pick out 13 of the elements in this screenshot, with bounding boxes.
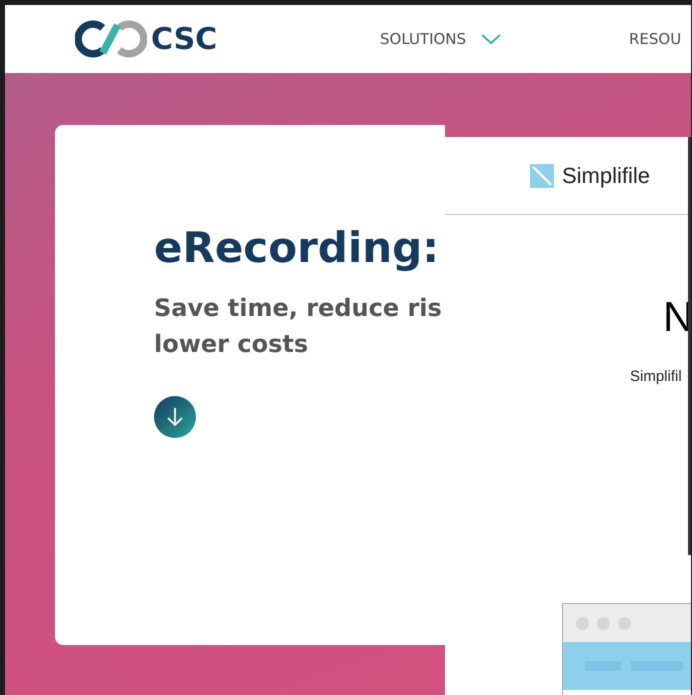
chevron-down-icon[interactable] <box>480 33 502 45</box>
hero-subtitle: lower costs <box>154 329 308 360</box>
hero-subtitle: Save time, reduce ris <box>154 293 442 324</box>
logo-icon <box>530 164 554 188</box>
scroll-down-button[interactable] <box>154 396 196 438</box>
nav-link[interactable]: SOLUTIONS <box>380 30 466 48</box>
nav-link[interactable]: RESOU <box>629 30 682 48</box>
hero-title: eRecording: <box>154 223 440 272</box>
logo-icon[interactable] <box>75 19 147 59</box>
logo-text[interactable]: CSC <box>151 22 218 56</box>
panel-text: Simplifil <box>630 368 682 385</box>
arrow-down-icon <box>165 406 185 428</box>
logo-text: Simplifile <box>562 162 650 188</box>
